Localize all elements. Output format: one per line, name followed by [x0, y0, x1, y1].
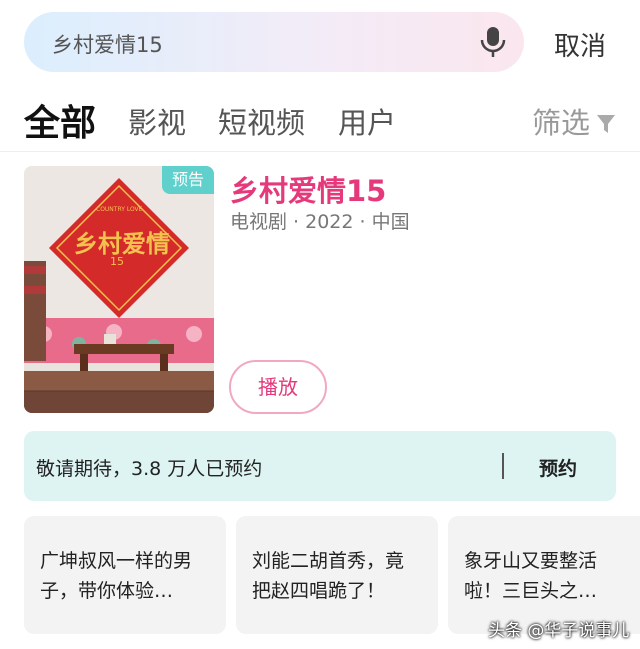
- poster-subtitle: COUNTRY LOVE: [96, 206, 143, 213]
- search-box[interactable]: 乡村爱情15: [24, 12, 524, 72]
- reservation-text: 敬请期待，3.8 万人已预约: [36, 458, 263, 480]
- cancel-button[interactable]: 取消: [554, 26, 606, 63]
- suggestion-text: 刘能二胡首秀，竟把赵四唱跪了！: [252, 550, 405, 602]
- tab-all[interactable]: 全部: [24, 94, 96, 146]
- reserve-button[interactable]: 预约: [539, 454, 577, 481]
- poster-number: 15: [110, 255, 124, 268]
- divider: [0, 151, 640, 152]
- poster-image[interactable]: COUNTRY LOVE 乡村爱情 15 预告: [24, 166, 214, 413]
- tab-users[interactable]: 用户: [338, 100, 396, 142]
- trailer-badge: 预告: [162, 166, 214, 194]
- search-input[interactable]: 乡村爱情15: [52, 29, 163, 59]
- suggestion-card[interactable]: 广坤叔风一样的男子，带你体验…: [24, 516, 226, 634]
- filter-button[interactable]: 筛选: [532, 100, 616, 142]
- suggestion-text: 广坤叔风一样的男子，带你体验…: [40, 550, 193, 602]
- funnel-icon: [596, 108, 616, 142]
- reservation-bar: 敬请期待，3.8 万人已预约 预约: [24, 431, 616, 501]
- microphone-icon[interactable]: [479, 26, 507, 58]
- suggestion-card[interactable]: 刘能二胡首秀，竟把赵四唱跪了！: [236, 516, 438, 634]
- filter-label: 筛选: [531, 106, 590, 140]
- result-title[interactable]: 乡村爱情15: [230, 168, 386, 210]
- search-row: 乡村爱情15 取消: [24, 12, 624, 72]
- reservation-separator: [502, 453, 504, 479]
- category-tabs: 全部 影视 短视频 用户 筛选: [24, 92, 616, 144]
- play-button[interactable]: 播放: [229, 360, 327, 414]
- tab-short-video[interactable]: 短视频: [218, 100, 305, 142]
- poster-title: 乡村爱情: [74, 229, 170, 258]
- suggestion-text: 象牙山又要整活啦！三巨头之…: [464, 550, 598, 602]
- tab-video[interactable]: 影视: [128, 100, 186, 142]
- watermark: 头条 @华子说事儿: [488, 621, 630, 641]
- result-meta: 电视剧 · 2022 · 中国: [230, 211, 410, 233]
